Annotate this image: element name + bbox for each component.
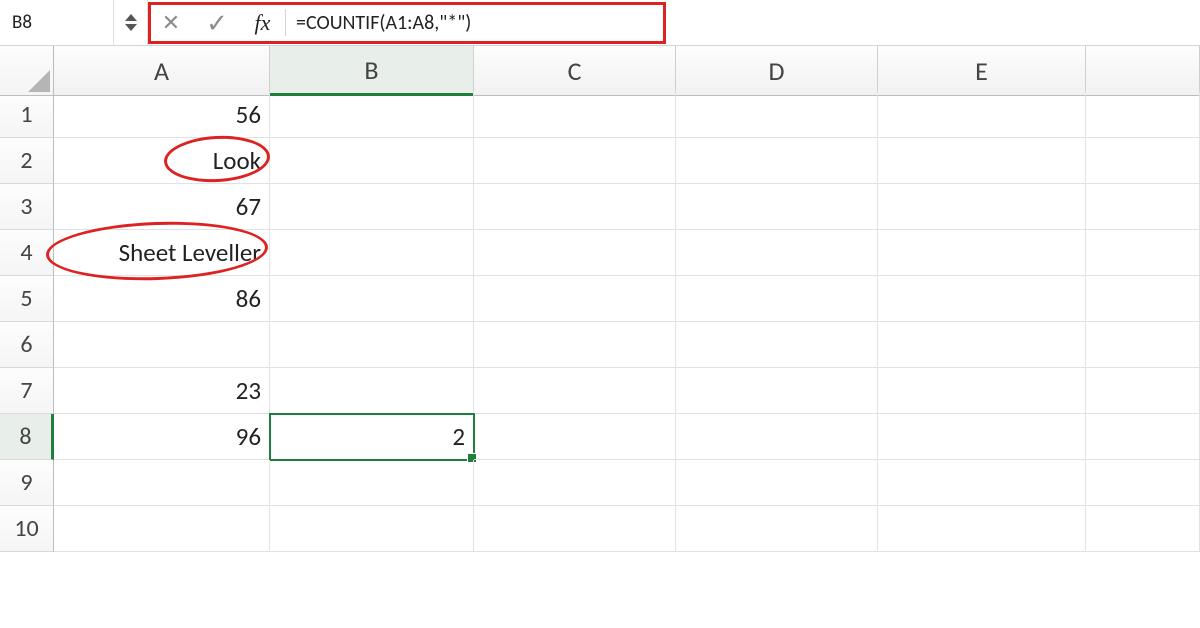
cell-C5[interactable]	[474, 276, 676, 322]
cell-B5[interactable]	[270, 276, 474, 322]
cell-C7[interactable]	[474, 368, 676, 414]
cell-C1[interactable]	[474, 92, 676, 138]
cell-A3[interactable]: 67	[54, 184, 270, 230]
cell-E8[interactable]	[878, 414, 1086, 460]
cell-F8[interactable]	[1086, 414, 1200, 460]
cell-A9[interactable]	[54, 460, 270, 506]
cell-F10[interactable]	[1086, 506, 1200, 552]
cell-E2[interactable]	[878, 138, 1086, 184]
cell-C9[interactable]	[474, 460, 676, 506]
row-header-5[interactable]: 5	[0, 276, 54, 322]
col-header-A[interactable]: A	[54, 46, 270, 96]
annotation-circle-look	[163, 133, 271, 184]
cell-A4[interactable]: Sheet Leveller	[54, 230, 270, 276]
cell-E6[interactable]	[878, 322, 1086, 368]
cell-F1[interactable]	[1086, 92, 1200, 138]
row-header-10[interactable]: 10	[0, 506, 54, 552]
cell-F9[interactable]	[1086, 460, 1200, 506]
cell-C10[interactable]	[474, 506, 676, 552]
cell-A8[interactable]: 96	[54, 414, 270, 460]
row-header-4[interactable]: 4	[0, 230, 54, 276]
select-all-corner[interactable]	[0, 46, 54, 96]
cell-A7[interactable]: 23	[54, 368, 270, 414]
cell-B2[interactable]	[270, 138, 474, 184]
col-header-D[interactable]: D	[676, 46, 878, 96]
cell-B10[interactable]	[270, 506, 474, 552]
cell-D10[interactable]	[676, 506, 878, 552]
formula-bar: B8 ✕ ✓ fx =COUNTIF(A1:A8,"*")	[0, 0, 1200, 46]
name-box[interactable]: B8	[0, 0, 114, 45]
cell-E10[interactable]	[878, 506, 1086, 552]
cell-D3[interactable]	[676, 184, 878, 230]
cell-C4[interactable]	[474, 230, 676, 276]
col-header-C[interactable]: C	[474, 46, 676, 96]
cell-A10[interactable]	[54, 506, 270, 552]
cell-E1[interactable]	[878, 92, 1086, 138]
cell-C8[interactable]	[474, 414, 676, 460]
cell-D9[interactable]	[676, 460, 878, 506]
cell-D2[interactable]	[676, 138, 878, 184]
row-header-6[interactable]: 6	[0, 322, 54, 368]
col-header-B[interactable]: B	[270, 46, 474, 96]
row-header-1[interactable]: 1	[0, 92, 54, 138]
cell-B3[interactable]	[270, 184, 474, 230]
cell-D1[interactable]	[676, 92, 878, 138]
cell-F7[interactable]	[1086, 368, 1200, 414]
name-box-dropdown[interactable]	[114, 0, 148, 45]
cell-C2[interactable]	[474, 138, 676, 184]
row-header-3[interactable]: 3	[0, 184, 54, 230]
cell-D7[interactable]	[676, 368, 878, 414]
cell-C6[interactable]	[474, 322, 676, 368]
col-header-blank[interactable]	[1086, 46, 1200, 96]
cell-D6[interactable]	[676, 322, 878, 368]
formula-input[interactable]: =COUNTIF(A1:A8,"*")	[286, 0, 1086, 45]
col-header-E[interactable]: E	[878, 46, 1086, 96]
cell-A5[interactable]: 86	[54, 276, 270, 322]
enter-icon[interactable]: ✓	[194, 7, 240, 39]
cell-grid: A B C D E 1 56 2 Look 3 67 4 Sheet Level…	[0, 46, 1200, 552]
cell-E9[interactable]	[878, 460, 1086, 506]
cell-E7[interactable]	[878, 368, 1086, 414]
cell-E4[interactable]	[878, 230, 1086, 276]
row-header-7[interactable]: 7	[0, 368, 54, 414]
fx-icon[interactable]: fx	[240, 9, 286, 36]
row-header-9[interactable]: 9	[0, 460, 54, 506]
cell-A2[interactable]: Look	[54, 138, 270, 184]
cell-D8[interactable]	[676, 414, 878, 460]
cell-B9[interactable]	[270, 460, 474, 506]
cell-B8[interactable]: 2	[270, 414, 474, 460]
cell-B7[interactable]	[270, 368, 474, 414]
cell-D4[interactable]	[676, 230, 878, 276]
cell-B4[interactable]	[270, 230, 474, 276]
cell-F4[interactable]	[1086, 230, 1200, 276]
cell-A1[interactable]: 56	[54, 92, 270, 138]
cell-B1[interactable]	[270, 92, 474, 138]
cell-C3[interactable]	[474, 184, 676, 230]
cell-E5[interactable]	[878, 276, 1086, 322]
cell-F5[interactable]	[1086, 276, 1200, 322]
cell-A6[interactable]	[54, 322, 270, 368]
cell-F6[interactable]	[1086, 322, 1200, 368]
cancel-icon[interactable]: ✕	[148, 9, 194, 36]
cell-B6[interactable]	[270, 322, 474, 368]
cell-E3[interactable]	[878, 184, 1086, 230]
cell-F2[interactable]	[1086, 138, 1200, 184]
cell-F3[interactable]	[1086, 184, 1200, 230]
cell-D5[interactable]	[676, 276, 878, 322]
row-header-8[interactable]: 8	[0, 414, 54, 460]
row-header-2[interactable]: 2	[0, 138, 54, 184]
